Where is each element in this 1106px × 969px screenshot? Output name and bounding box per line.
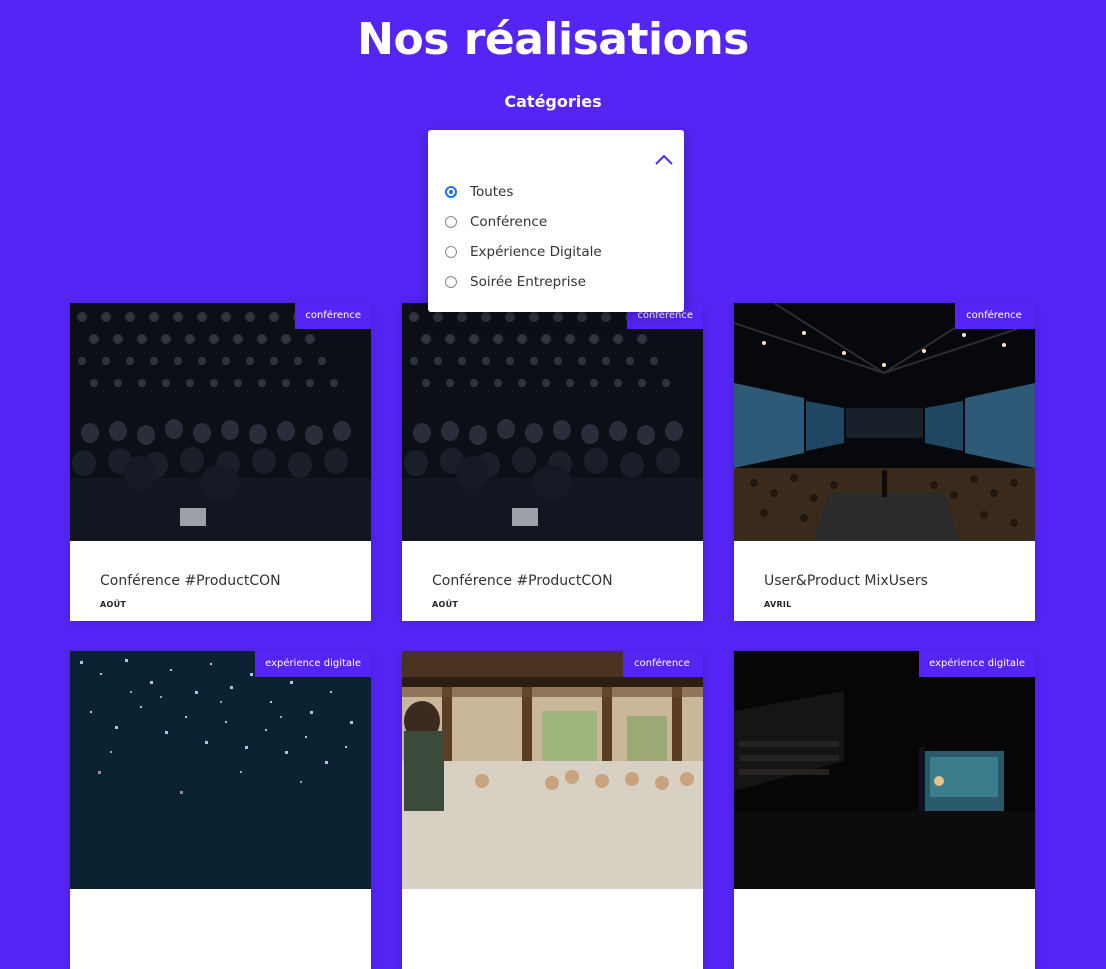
- project-image: conférence: [402, 651, 703, 889]
- category-option-experience-digitale[interactable]: Expérience Digitale: [445, 242, 602, 262]
- project-image: expérience digitale: [734, 651, 1035, 889]
- project-date: AVRIL: [764, 600, 792, 609]
- project-card[interactable]: conférence: [402, 651, 703, 969]
- radio-conference[interactable]: [445, 216, 457, 228]
- category-option-soiree-entreprise[interactable]: Soirée Entreprise: [445, 272, 586, 292]
- category-tag: conférence: [623, 651, 703, 677]
- project-card[interactable]: conférence Conférence #ProductCON AOÛT: [70, 303, 371, 621]
- option-label: Soirée Entreprise: [470, 274, 586, 290]
- category-tag: expérience digitale: [255, 651, 371, 677]
- chevron-up-icon[interactable]: [654, 152, 674, 166]
- radio-experience-digitale[interactable]: [445, 246, 457, 258]
- project-image: conférence: [734, 303, 1035, 541]
- project-image: conférence: [70, 303, 371, 541]
- project-card[interactable]: conférence Conférence #ProductCON AOÛT: [402, 303, 703, 621]
- project-date: AOÛT: [100, 600, 127, 609]
- projects-grid: conférence Conférence #ProductCON AOÛT c…: [0, 0, 1106, 969]
- category-option-toutes[interactable]: Toutes: [445, 182, 513, 202]
- project-card[interactable]: expérience digitale: [70, 651, 371, 969]
- category-tag: expérience digitale: [919, 651, 1035, 677]
- category-tag: conférence: [955, 303, 1035, 329]
- project-card[interactable]: conférence User&Product MixUsers AVRIL: [734, 303, 1035, 621]
- radio-toutes[interactable]: [445, 186, 457, 198]
- project-title[interactable]: User&Product MixUsers: [764, 573, 928, 589]
- project-title[interactable]: Conférence #ProductCON: [432, 573, 613, 589]
- project-image: conférence: [402, 303, 703, 541]
- project-card[interactable]: expérience digitale: [734, 651, 1035, 969]
- category-dropdown[interactable]: Toutes Conférence Expérience Digitale So…: [428, 130, 684, 312]
- option-label: Toutes: [470, 184, 514, 200]
- radio-soiree-entreprise[interactable]: [445, 276, 457, 288]
- category-option-conference[interactable]: Conférence: [445, 212, 547, 232]
- project-title[interactable]: Conférence #ProductCON: [100, 573, 281, 589]
- project-image: expérience digitale: [70, 651, 371, 889]
- project-date: AOÛT: [432, 600, 459, 609]
- category-tag: conférence: [295, 303, 371, 329]
- option-label: Expérience Digitale: [470, 244, 602, 260]
- option-label: Conférence: [470, 214, 548, 230]
